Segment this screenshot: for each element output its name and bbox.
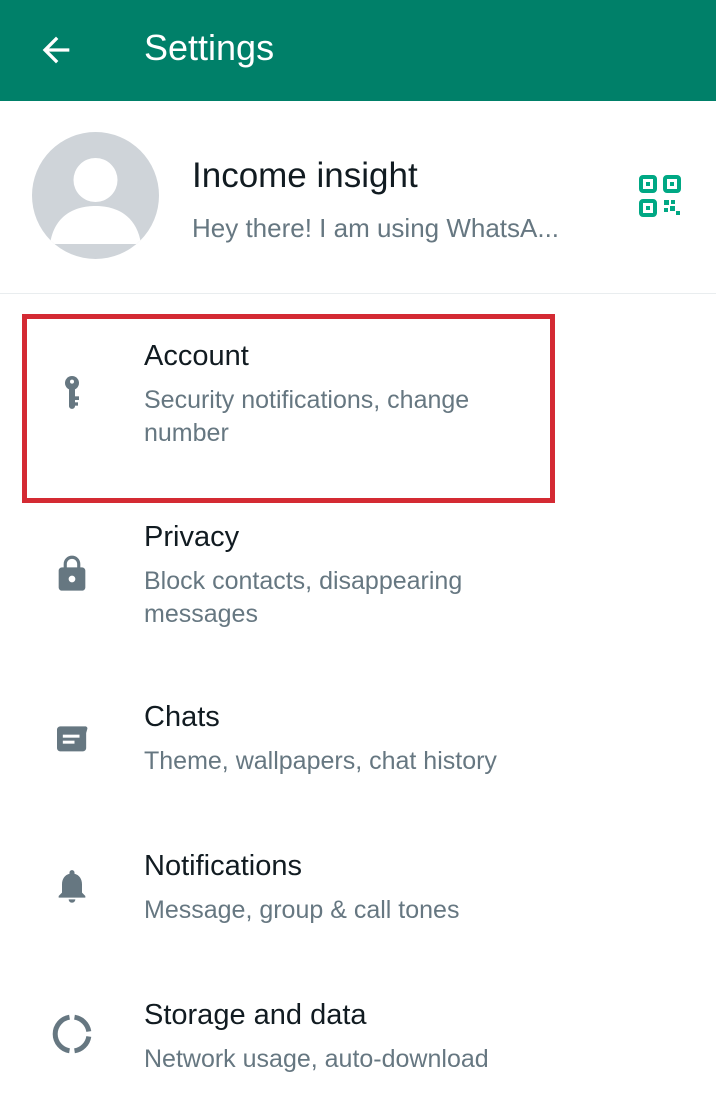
settings-item-chats[interactable]: Chats Theme, wallpapers, chat history — [0, 680, 716, 830]
settings-item-privacy[interactable]: Privacy Block contacts, disappearing mes… — [0, 500, 716, 680]
avatar[interactable] — [32, 132, 159, 259]
settings-item-title: Chats — [144, 701, 220, 733]
storage-circle-icon — [44, 1006, 100, 1062]
settings-item-subtitle: Security notifications, change number — [144, 386, 470, 447]
settings-item-subtitle: Network usage, auto-download — [144, 1045, 489, 1073]
settings-item-subtitle: Theme, wallpapers, chat history — [144, 747, 497, 775]
profile-status: Hey there! I am using WhatsA... — [192, 213, 560, 243]
qr-code-icon — [639, 175, 681, 217]
settings-item-subtitle: Block contacts, disappearing messages — [144, 567, 463, 628]
bell-icon — [44, 858, 100, 914]
page-title: Settings — [144, 27, 275, 68]
settings-item-account[interactable]: Account Security notifications, change n… — [0, 315, 716, 500]
back-button[interactable] — [26, 22, 86, 78]
arrow-left-icon — [42, 36, 70, 64]
profile-name: Income insight — [192, 156, 418, 195]
qr-code-button[interactable] — [632, 168, 688, 224]
key-icon — [44, 365, 100, 421]
settings-item-title: Storage and data — [144, 999, 367, 1031]
settings-item-title: Account — [144, 340, 249, 372]
settings-item-title: Privacy — [144, 521, 240, 553]
settings-item-notifications[interactable]: Notifications Message, group & call tone… — [0, 830, 716, 980]
settings-item-title: Notifications — [144, 850, 302, 882]
settings-item-subtitle: Message, group & call tones — [144, 896, 460, 924]
settings-item-storage[interactable]: Storage and data Network usage, auto-dow… — [0, 980, 716, 1101]
chat-icon — [44, 710, 100, 766]
person-icon — [50, 158, 141, 244]
app-bar: Settings — [0, 0, 716, 101]
lock-icon — [44, 546, 100, 602]
